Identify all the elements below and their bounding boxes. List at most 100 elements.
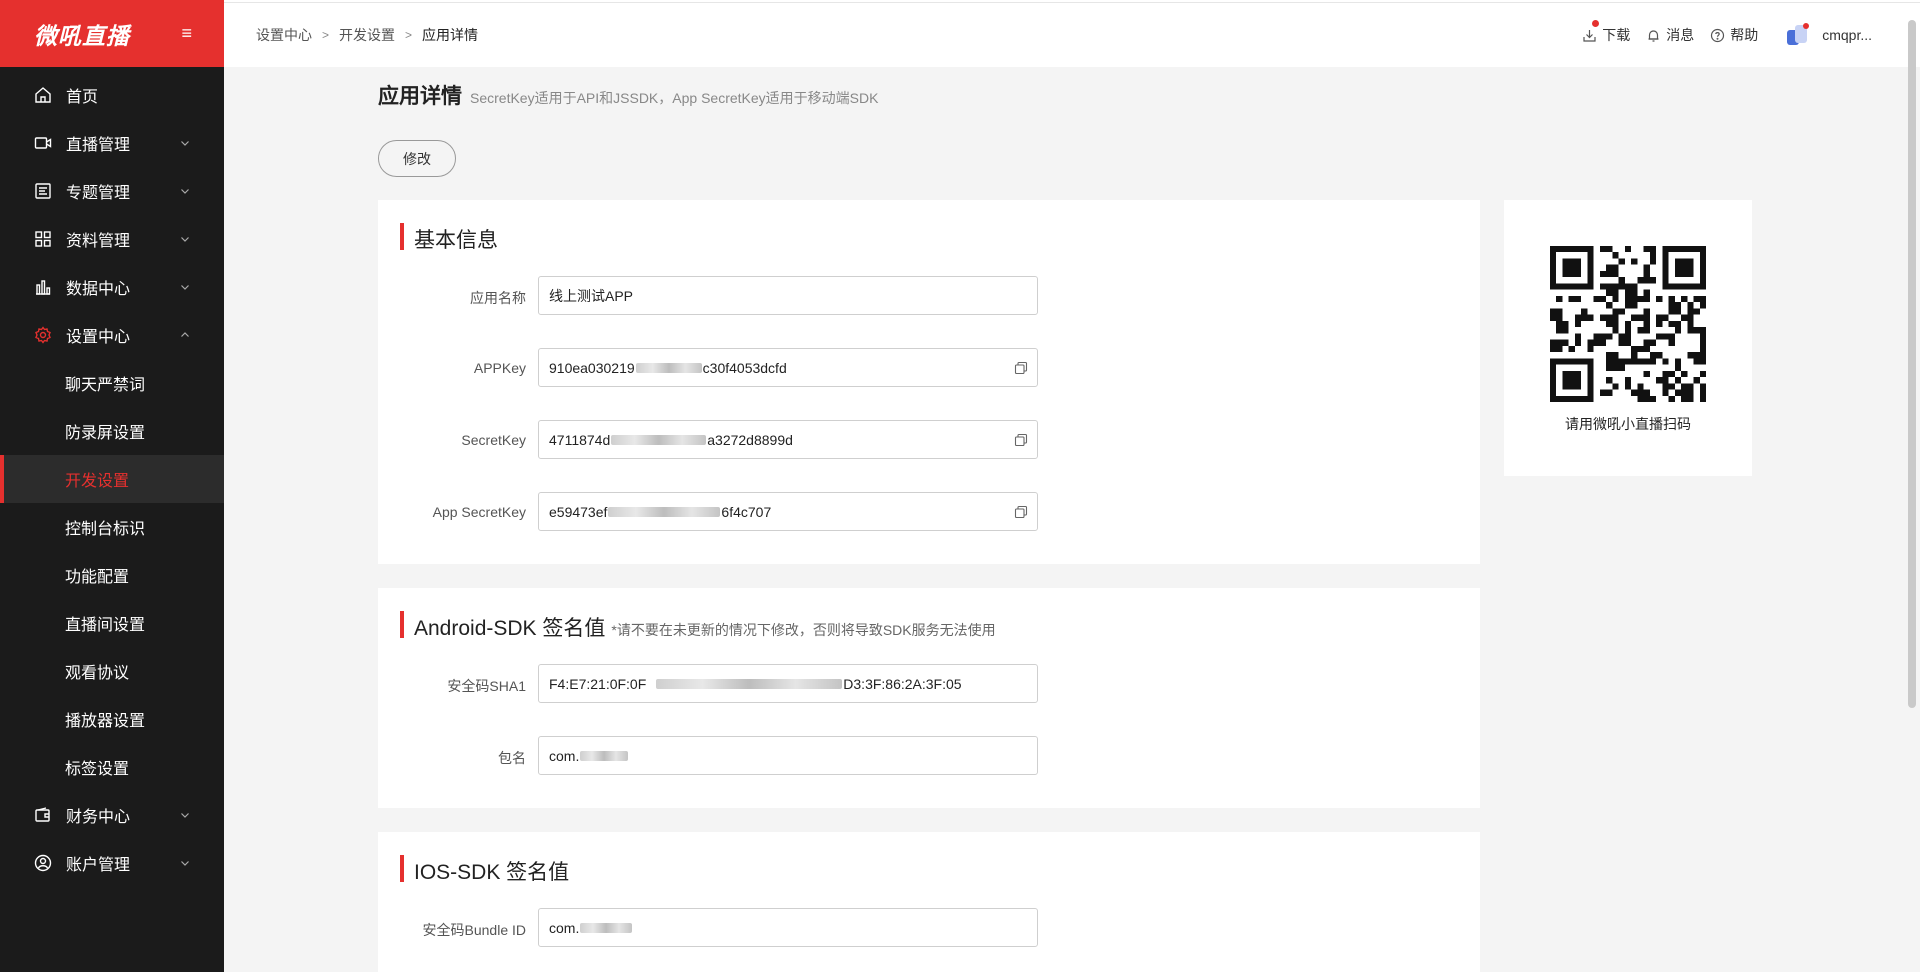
- notification-dot: [1592, 20, 1600, 27]
- secret-key-suffix: a3272d8899d: [707, 431, 793, 448]
- chevron-down-icon: [181, 285, 189, 290]
- sidebar-sub-item-room-settings[interactable]: 直播间设置: [0, 599, 224, 647]
- sidebar-item-home[interactable]: 首页: [0, 71, 224, 119]
- messages-link[interactable]: 消息: [1646, 25, 1694, 45]
- help-link[interactable]: 帮助: [1710, 25, 1758, 45]
- header-actions: 下载 消息 帮助 cmqpr...: [1566, 20, 1920, 49]
- qr-code: [1550, 246, 1706, 402]
- logo-bar: 微吼直播 ≡: [0, 0, 224, 67]
- masked-segment: [635, 362, 702, 373]
- qr-card: 请用微吼小直播扫码: [1504, 200, 1752, 476]
- sidebar-item-topic[interactable]: 专题管理: [0, 167, 224, 215]
- page-subtitle: SecretKey适用于API和JSSDK，App SecretKey适用于移动…: [470, 90, 879, 106]
- app-key-field[interactable]: 910ea030219 c30f4053dcfd: [538, 348, 1038, 387]
- copy-icon[interactable]: [1014, 505, 1028, 519]
- sidebar-item-data[interactable]: 数据中心: [0, 263, 224, 311]
- sidebar-item-finance[interactable]: 财务中心: [0, 791, 224, 839]
- sidebar-item-label: 账户管理: [66, 857, 131, 874]
- user-icon: [34, 854, 52, 872]
- sidebar-item-account[interactable]: 账户管理: [0, 839, 224, 887]
- secret-key-prefix: 4711874d: [549, 431, 611, 448]
- sidebar-item-label: 专题管理: [66, 185, 131, 202]
- section-title: IOS-SDK 签名值: [400, 855, 569, 886]
- secret-key-field[interactable]: 4711874d a3272d8899d: [538, 420, 1038, 459]
- sidebar-sub-item-chat-words[interactable]: 聊天严禁词: [0, 359, 224, 407]
- app-secret-key-field[interactable]: e59473ef 6f4c707: [538, 492, 1038, 531]
- bundle-id-label: 安全码Bundle ID: [422, 922, 526, 938]
- chevron-right-icon: >: [405, 28, 413, 42]
- bundle-id-field[interactable]: com.: [538, 908, 1038, 947]
- app-secret-key-suffix: 6f4c707: [721, 503, 772, 520]
- help-icon: [1711, 28, 1725, 42]
- sidebar: 微吼直播 ≡ 首页 直播管理 专题管理 资料管理 数据中心 设置中心 聊天严禁词…: [0, 0, 224, 972]
- app-name-value: 线上测试APP: [549, 287, 634, 304]
- app-secret-key-label: App SecretKey: [432, 504, 526, 520]
- package-name-field[interactable]: com.: [538, 736, 1038, 775]
- download-link[interactable]: 下载: [1582, 20, 1631, 45]
- section-title-text: Android-SDK 签名值: [414, 617, 606, 640]
- chevron-down-icon: [181, 189, 189, 194]
- page-title-row: 应用详情 SecretKey适用于API和JSSDK，App SecretKey…: [378, 80, 878, 110]
- menu-toggle-icon[interactable]: ≡: [181, 23, 192, 44]
- gear-icon: [34, 326, 52, 344]
- sidebar-item-materials[interactable]: 资料管理: [0, 215, 224, 263]
- sidebar-item-label: 首页: [66, 89, 99, 106]
- ios-sdk-card: IOS-SDK 签名值: [378, 832, 1480, 972]
- page-title: 应用详情: [378, 85, 462, 108]
- app-name-label: 应用名称: [470, 290, 526, 306]
- package-name-label: 包名: [498, 750, 526, 766]
- sha1-suffix: D3:3F:86:2A:3F:05: [843, 675, 962, 692]
- section-note: *请不要在未更新的情况下修改，否则将导致SDK服务无法使用: [611, 622, 996, 638]
- scrollbar[interactable]: [1908, 20, 1916, 708]
- sidebar-nav: 首页 直播管理 专题管理 资料管理 数据中心 设置中心 聊天严禁词 防录屏设置 …: [0, 67, 224, 887]
- sidebar-sub-item-anti-record[interactable]: 防录屏设置: [0, 407, 224, 455]
- sha1-field[interactable]: F4:E7:21:0F:0F D3:3F:86:2A:3F:05: [538, 664, 1038, 703]
- avatar[interactable]: [1784, 21, 1812, 49]
- sidebar-sub-item-dev-settings[interactable]: 开发设置: [0, 455, 224, 503]
- copy-icon[interactable]: [1014, 433, 1028, 447]
- chevron-down-icon: [181, 141, 189, 146]
- chevron-down-icon: [181, 813, 189, 818]
- grid-icon: [34, 230, 52, 248]
- chevron-right-icon: >: [322, 28, 330, 42]
- breadcrumb-item-dev[interactable]: 开发设置: [339, 25, 395, 45]
- sidebar-sub-item-features[interactable]: 功能配置: [0, 551, 224, 599]
- breadcrumb-item-settings[interactable]: 设置中心: [256, 25, 312, 45]
- username[interactable]: cmqpr...: [1822, 27, 1872, 43]
- wallet-icon: [34, 806, 52, 824]
- package-prefix: com.: [549, 747, 580, 764]
- sidebar-item-settings[interactable]: 设置中心: [0, 311, 224, 359]
- topic-icon: [34, 182, 52, 200]
- sidebar-sub-item-tags[interactable]: 标签设置: [0, 743, 224, 791]
- masked-segment: [580, 750, 629, 761]
- copy-icon[interactable]: [1014, 361, 1028, 375]
- sidebar-item-label: 数据中心: [66, 281, 131, 298]
- masked-segment: [608, 506, 721, 517]
- sidebar-sub-item-agreement[interactable]: 观看协议: [0, 647, 224, 695]
- qr-caption: 请用微吼小直播扫码: [1565, 416, 1691, 432]
- masked-segment: [656, 678, 843, 689]
- sidebar-sub-item-player[interactable]: 播放器设置: [0, 695, 224, 743]
- download-label: 下载: [1602, 27, 1631, 43]
- masked-segment: [580, 922, 633, 933]
- sidebar-item-live[interactable]: 直播管理: [0, 119, 224, 167]
- breadcrumb: 设置中心 > 开发设置 > 应用详情: [224, 25, 478, 45]
- chevron-up-icon: [181, 332, 189, 337]
- breadcrumb-item-current: 应用详情: [422, 27, 479, 43]
- header: 设置中心 > 开发设置 > 应用详情 下载 消息 帮助 cmqpr...: [224, 3, 1920, 67]
- download-icon: [1583, 29, 1596, 42]
- app-key-suffix: c30f4053dcfd: [702, 359, 787, 376]
- bell-icon: [1648, 29, 1659, 42]
- sidebar-item-label: 直播管理: [66, 137, 131, 154]
- sidebar-item-label: 财务中心: [66, 809, 131, 826]
- app-name-field[interactable]: 线上测试APP: [538, 276, 1038, 315]
- edit-button[interactable]: 修改: [378, 140, 456, 177]
- camera-icon: [34, 134, 52, 152]
- sidebar-sub-item-console-logo[interactable]: 控制台标识: [0, 503, 224, 551]
- section-accent-bar: [400, 611, 404, 638]
- section-title-text: 基本信息: [414, 229, 498, 252]
- sha1-label: 安全码SHA1: [447, 678, 526, 694]
- messages-label: 消息: [1666, 27, 1695, 43]
- bar-chart-icon: [34, 278, 52, 296]
- masked-segment: [611, 434, 707, 445]
